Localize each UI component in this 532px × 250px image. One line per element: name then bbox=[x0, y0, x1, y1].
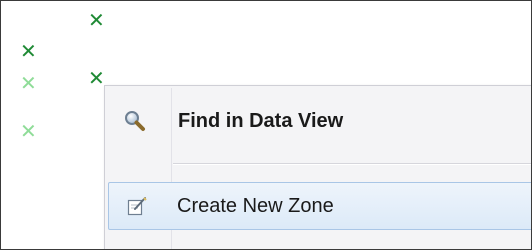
magnifier-icon bbox=[124, 110, 145, 132]
map-view[interactable]: ✕ ✕ ✕ ✕ ✕ Find in Data View Create New Z… bbox=[0, 0, 532, 250]
menu-item-label: Find in Data View bbox=[178, 110, 344, 132]
menu-item-create-new-zone[interactable]: Create New Zone bbox=[108, 182, 531, 230]
point-marker[interactable]: ✕ bbox=[20, 121, 37, 141]
point-marker[interactable]: ✕ bbox=[20, 41, 37, 61]
point-marker[interactable]: ✕ bbox=[20, 73, 37, 93]
menu-item-label: Create New Zone bbox=[177, 195, 334, 217]
context-menu: Find in Data View Create New Zone bbox=[104, 85, 531, 249]
menu-separator-highlight bbox=[173, 164, 531, 165]
point-marker[interactable]: ✕ bbox=[88, 10, 105, 30]
edit-zone-icon bbox=[126, 195, 147, 217]
menu-item-find-in-data-view[interactable]: Find in Data View bbox=[107, 98, 531, 144]
point-marker[interactable]: ✕ bbox=[88, 68, 105, 88]
